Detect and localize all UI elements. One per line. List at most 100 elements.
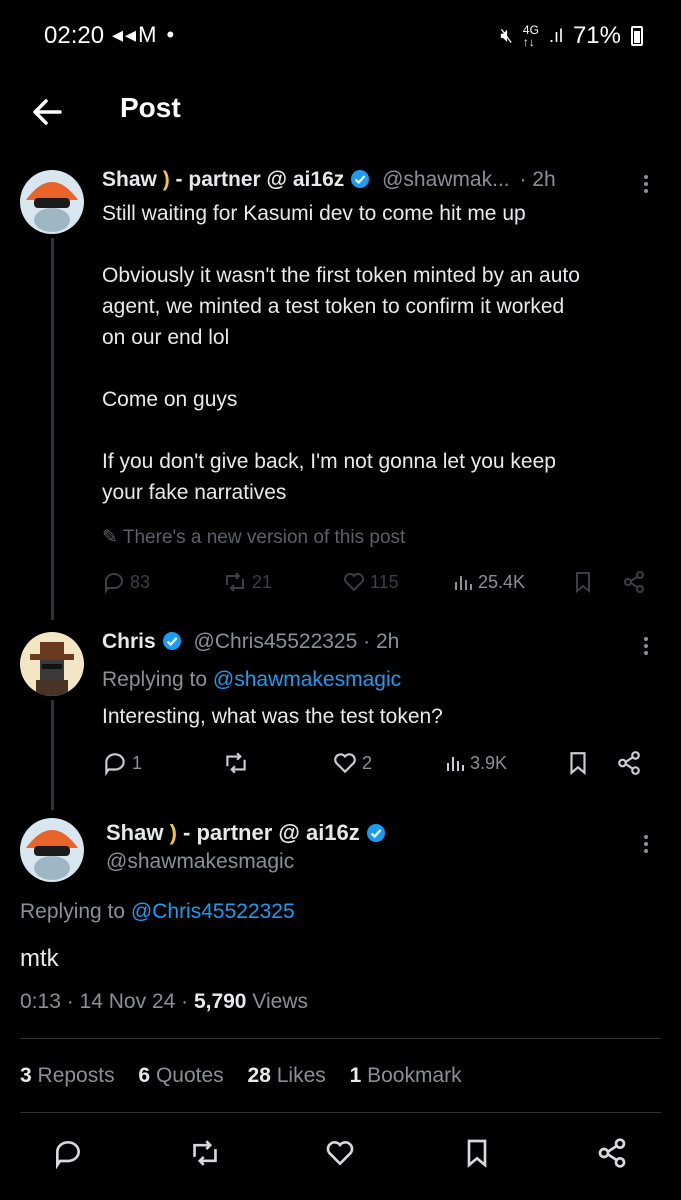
avatar-chris-icon [20,632,84,696]
status-bar: 02:20 ◂◂M • 🔇︎ 4G ↑↓ .ıl 71% [0,0,681,72]
network-4g-icon: 4G ↑↓ [522,23,539,49]
more-options-icon[interactable] [636,832,656,861]
tweet-actions: 83 21 115 25.4K [102,570,652,594]
pencil-icon: ✎ [102,527,118,548]
display-name-affiliation[interactable]: - partner @ ai16z [176,168,345,191]
like-button[interactable]: 2 [332,750,444,776]
bookmark-icon [576,572,590,594]
top-bar: Post [0,72,681,150]
share-button[interactable] [616,750,642,776]
reply-icon [56,1141,80,1170]
repost-button[interactable]: 21 [222,570,342,594]
display-name[interactable]: Shaw [106,820,163,845]
tweet-line: Come on guys [102,388,238,411]
repost-button[interactable] [188,1137,222,1174]
verified-badge-icon [162,632,181,650]
status-time: 02:20 [44,22,105,49]
share-icon [624,571,644,593]
stat-likes[interactable]: 28 Likes [248,1064,326,1087]
bookmark-button[interactable] [462,1137,492,1174]
mention-link[interactable]: @shawmakesmagic [213,668,401,691]
repost-count: 21 [252,571,273,592]
share-button[interactable] [622,570,646,594]
replying-to: Replying to @Chris45522325 [20,900,295,924]
tweet-line: If you don't give back, I'm not gonna le… [102,450,556,473]
share-icon [618,751,640,775]
tweet-body: Interesting, what was the test token? [102,705,443,728]
edited-notice[interactable]: ✎ There's a new version of this post [102,526,405,549]
like-button[interactable]: 115 [342,570,452,594]
display-name[interactable]: Chris [102,630,156,653]
views-button[interactable]: 25.4K [452,570,572,594]
main-tweet-body: mtk [20,945,59,972]
reply-button[interactable]: 83 [102,570,222,594]
avatar[interactable] [20,818,84,882]
repost-icon [193,1140,217,1166]
avatar[interactable] [20,170,84,234]
mention-link[interactable]: @Chris45522325 [131,900,295,923]
stat-label: Bookmark [367,1064,462,1087]
stat-quotes[interactable]: 6 Quotes [138,1064,223,1087]
timestamp: 0:13 · 14 Nov 24 · [20,990,189,1013]
avatar[interactable] [20,632,84,696]
replying-to: Replying to @shawmakesmagic [102,664,401,695]
engagement-stats: 3 Reposts 6 Quotes 28 Likes 1 Bookmark [20,1064,462,1088]
signal-icon: .ıl [548,25,563,46]
battery-level: 71% [572,22,621,49]
share-button[interactable] [596,1137,628,1174]
stat-label: Reposts [37,1064,115,1087]
repost-button[interactable] [222,750,332,776]
replying-prefix: Replying to [102,668,208,691]
more-options-icon[interactable] [636,172,656,201]
moon-icon: ) [169,820,177,845]
bookmark-button[interactable] [572,570,622,594]
timestamp: · 2h [519,168,556,191]
main-tweet-author: Shaw ) - partner @ ai16z [106,820,386,846]
reply-button[interactable]: 1 [102,750,222,776]
tweet-actions: 1 2 3.9K [102,750,652,776]
edited-notice-text: There's a new version of this post [122,527,406,548]
like-count: 2 [362,752,373,773]
tweet-line: your fake narratives [102,481,287,504]
views-count: 3.9K [470,752,508,773]
moon-icon: ) [162,168,170,191]
reply-count: 83 [130,571,151,592]
display-name[interactable]: Shaw [102,168,157,191]
reply-icon [105,573,123,594]
tweet-header: Shaw ) - partner @ ai16z @shawmak... · 2… [102,168,662,192]
main-action-bar [0,1135,681,1175]
views-button[interactable]: 3.9K [444,751,566,775]
stat-count: 3 [20,1064,32,1087]
heart-icon [326,1141,354,1166]
thread-line [51,700,54,810]
divider [20,1038,661,1039]
views-icon [455,576,472,590]
timestamp: · 2h [363,630,400,653]
reply-button[interactable] [52,1137,84,1174]
display-name-affiliation[interactable]: - partner @ ai16z [183,820,360,845]
more-options-icon[interactable] [636,634,656,663]
handle[interactable]: @shawmakesmagic [106,850,294,874]
stat-bookmarks[interactable]: 1 Bookmark [350,1064,462,1087]
verified-badge-icon [351,170,370,188]
tweet-line: on our end lol [102,326,230,349]
reply-icon [105,753,125,776]
handle[interactable]: @Chris45522325 [194,630,358,653]
stat-count: 28 [247,1064,271,1087]
stat-count: 1 [349,1064,362,1087]
tweet-header: Chris @Chris45522325 · 2h [102,630,642,654]
stat-reposts[interactable]: 3 Reposts [20,1064,115,1087]
reply-count: 1 [132,752,143,773]
avatar-shaw-icon [20,170,84,234]
handle[interactable]: @shawmak... [382,168,510,191]
like-button[interactable] [324,1137,356,1174]
bookmark-button[interactable] [566,750,616,776]
views-count: 5,790 [193,990,247,1013]
repost-icon [226,752,246,774]
back-arrow-icon[interactable] [28,92,68,132]
views-count: 25.4K [478,571,526,592]
views-icon [447,757,464,771]
page-title: Post [120,92,181,123]
replying-prefix: Replying to [20,900,126,923]
